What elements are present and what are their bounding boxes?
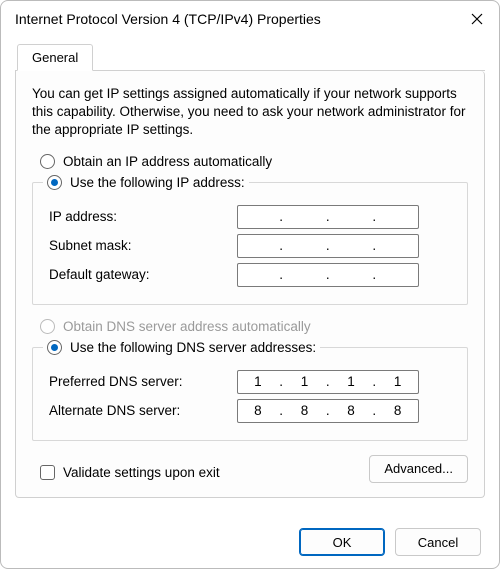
radio-ip-auto[interactable]: Obtain an IP address automatically bbox=[40, 154, 468, 169]
dialog-window: Internet Protocol Version 4 (TCP/IPv4) P… bbox=[0, 0, 500, 569]
tabstrip: General bbox=[15, 43, 485, 71]
radio-ip-manual-label: Use the following IP address: bbox=[70, 175, 245, 190]
dns-server-group: Use the following DNS server addresses: … bbox=[32, 340, 468, 441]
default-gateway-input[interactable]: . . . bbox=[237, 263, 419, 287]
dialog-footer: OK Cancel bbox=[299, 528, 481, 556]
cancel-button[interactable]: Cancel bbox=[395, 528, 481, 556]
preferred-dns-label: Preferred DNS server: bbox=[47, 374, 237, 389]
radio-ip-manual[interactable]: Use the following IP address: bbox=[43, 175, 249, 190]
ok-button[interactable]: OK bbox=[299, 528, 385, 556]
intro-text: You can get IP settings assigned automat… bbox=[32, 85, 468, 140]
radio-dot-icon bbox=[40, 319, 55, 334]
subnet-mask-input[interactable]: . . . bbox=[237, 234, 419, 258]
titlebar: Internet Protocol Version 4 (TCP/IPv4) P… bbox=[1, 1, 499, 35]
radio-ip-auto-label: Obtain an IP address automatically bbox=[63, 154, 272, 169]
preferred-dns-input[interactable]: 1. 1. 1. 1 bbox=[237, 370, 419, 394]
close-icon[interactable] bbox=[465, 7, 489, 31]
radio-dns-auto-label: Obtain DNS server address automatically bbox=[63, 319, 311, 334]
radio-dns-manual[interactable]: Use the following DNS server addresses: bbox=[43, 340, 320, 355]
dialog-title: Internet Protocol Version 4 (TCP/IPv4) P… bbox=[15, 11, 465, 27]
radio-dot-icon bbox=[47, 175, 62, 190]
ip-address-label: IP address: bbox=[47, 209, 237, 224]
checkbox-icon bbox=[40, 465, 55, 480]
ip-address-group: Use the following IP address: IP address… bbox=[32, 175, 468, 305]
radio-dns-manual-label: Use the following DNS server addresses: bbox=[70, 340, 316, 355]
radio-dot-icon bbox=[40, 154, 55, 169]
radio-dot-icon bbox=[47, 340, 62, 355]
alternate-dns-label: Alternate DNS server: bbox=[47, 403, 237, 418]
tabpanel-general: You can get IP settings assigned automat… bbox=[15, 71, 485, 498]
ip-address-input[interactable]: . . . bbox=[237, 205, 419, 229]
default-gateway-label: Default gateway: bbox=[47, 267, 237, 282]
alternate-dns-input[interactable]: 8. 8. 8. 8 bbox=[237, 399, 419, 423]
validate-settings-label: Validate settings upon exit bbox=[63, 465, 220, 480]
advanced-button[interactable]: Advanced... bbox=[369, 455, 468, 483]
radio-dns-auto: Obtain DNS server address automatically bbox=[40, 319, 468, 334]
tab-general[interactable]: General bbox=[17, 44, 93, 71]
validate-settings-checkbox[interactable]: Validate settings upon exit bbox=[40, 465, 220, 480]
subnet-mask-label: Subnet mask: bbox=[47, 238, 237, 253]
